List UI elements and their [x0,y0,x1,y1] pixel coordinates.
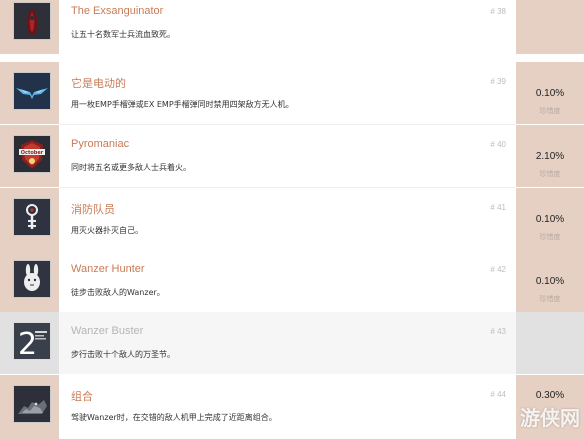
achievement-description: 让五十名数军士兵流血致死。 [71,30,175,39]
icon-cell [5,0,59,54]
rarity-cell: 0.10% 珍惜度 [516,250,584,312]
achievement-title: 它是电动的 [71,78,126,90]
rarity-cell [516,0,584,54]
icon-cell [5,250,59,312]
achievement-list: The Exsanguinator 让五十名数军士兵流血致死。 # 38 它是电… [0,0,584,439]
icon-cell [5,188,59,250]
achievement-row[interactable]: 消防队员 用灭火器扑灭自己。 # 41 0.10% 珍惜度 [0,188,584,250]
achievement-percent: 0.10% [535,88,565,99]
achievement-number: # 38 [490,7,506,16]
icon-cell: 2 [5,312,59,374]
achievement-percent: 0.10% [535,214,565,225]
achievement-row[interactable]: The Exsanguinator 让五十名数军士兵流血致死。 # 38 [0,0,584,54]
number-two-icon: 2 [13,322,51,360]
achievement-row[interactable]: Wanzer Hunter 徒步击败敌人的Wanzer。 # 42 0.10% … [0,250,584,312]
achievement-row[interactable]: 组合 驾驶Wanzer时，在交错的敌人机甲上完成了近距离组合。 # 44 0.3… [0,375,584,439]
achievement-number: # 42 [490,265,506,274]
achievement-description: 同时将五名或更多敌人士兵着火。 [71,163,191,172]
achievement-title: Wanzer Buster [71,325,144,337]
rarity-label: 珍惜度 [539,295,561,303]
rarity-cell [516,312,584,374]
mech-combo-icon [13,385,51,423]
achievement-number: # 43 [490,327,506,336]
rarity-cell: 0.30% [516,375,584,439]
achievement-body: The Exsanguinator 让五十名数军士兵流血致死。 # 38 [59,0,516,54]
achievement-number: # 41 [490,203,506,212]
rabbit-icon [13,260,51,298]
achievement-row[interactable]: October Pyromaniac 同时将五名或更多敌人士兵着火。 # 40 … [0,125,584,187]
blood-drop-icon [13,2,51,40]
achievement-title: Pyromaniac [71,138,130,150]
rarity-label: 珍惜度 [539,233,561,241]
firefighter-icon [13,198,51,236]
achievement-title: The Exsanguinator [71,5,164,17]
svg-text:2: 2 [18,327,37,359]
icon-cell [5,375,59,439]
achievement-number: # 39 [490,77,506,86]
achievement-body: 它是电动的 用一枚EMP手榴弹或EX EMP手榴弹同时禁用四架敌方无人机。 # … [59,62,516,124]
achievement-body: Pyromaniac 同时将五名或更多敌人士兵着火。 # 40 [59,125,516,187]
icon-cell [5,62,59,124]
achievement-number: # 40 [490,140,506,149]
achievement-body: 消防队员 用灭火器扑灭自己。 # 41 [59,188,516,250]
achievement-body: Wanzer Hunter 徒步击败敌人的Wanzer。 # 42 [59,250,516,312]
achievement-title: 组合 [71,391,93,403]
achievement-body: Wanzer Buster 步行击败十个敌人的万圣节。 # 43 [59,312,516,374]
svg-text:October: October [21,150,44,156]
achievement-body: 组合 驾驶Wanzer时，在交错的敌人机甲上完成了近距离组合。 # 44 [59,375,516,439]
icon-cell: October [5,125,59,187]
achievement-percent: 0.30% [535,390,565,401]
achievement-row[interactable]: 它是电动的 用一枚EMP手榴弹或EX EMP手榴弹同时禁用四架敌方无人机。 # … [0,62,584,124]
achievement-percent: 0.10% [535,276,565,287]
achievement-description: 徒步击败敌人的Wanzer。 [71,288,165,297]
rarity-cell: 2.10% 珍惜度 [516,125,584,187]
achievement-title: Wanzer Hunter [71,263,145,275]
rarity-cell: 0.10% 珍惜度 [516,62,584,124]
october-badge-icon: October [13,135,51,173]
rarity-cell: 0.10% 珍惜度 [516,188,584,250]
achievement-title: 消防队员 [71,204,115,216]
achievement-description: 驾驶Wanzer时，在交错的敌人机甲上完成了近距离组合。 [71,413,277,422]
achievement-description: 步行击败十个敌人的万圣节。 [71,350,175,359]
emp-wings-icon [13,72,51,110]
achievement-number: # 44 [490,390,506,399]
rarity-label: 珍惜度 [539,107,561,115]
achievement-description: 用一枚EMP手榴弹或EX EMP手榴弹同时禁用四架敌方无人机。 [71,100,294,109]
achievement-description: 用灭火器扑灭自己。 [71,226,143,235]
achievement-percent: 2.10% [535,151,565,162]
rarity-label: 珍惜度 [539,170,561,178]
achievement-row[interactable]: 2 Wanzer Buster 步行击败十个敌人的万圣节。 # 43 [0,312,584,374]
